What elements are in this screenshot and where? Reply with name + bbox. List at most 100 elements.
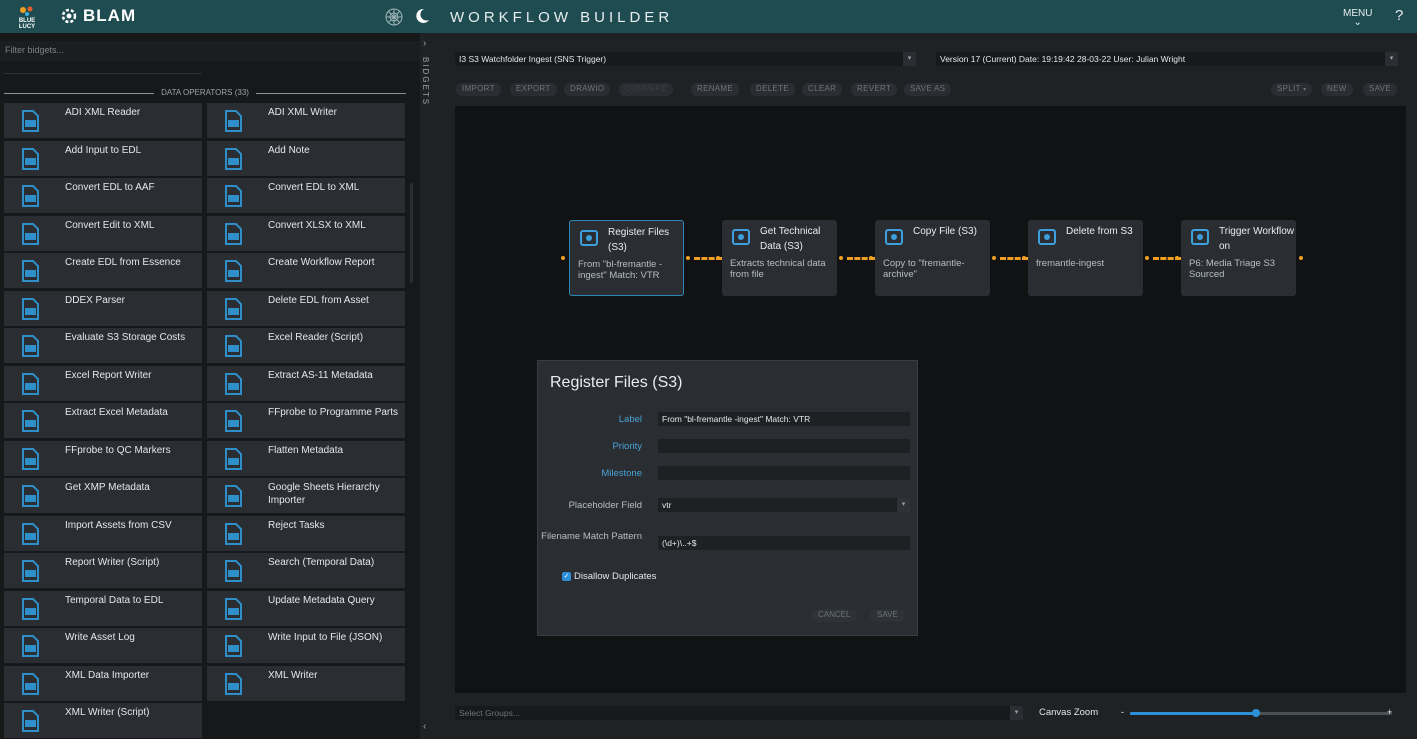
bidget-item[interactable]: Report Writer (Script)	[4, 553, 202, 588]
app-name[interactable]: BLAM	[60, 6, 136, 26]
bidget-item[interactable]: Convert EDL to XML	[207, 178, 405, 213]
output-port[interactable]	[1299, 256, 1303, 260]
zoom-out-button[interactable]: -	[1121, 707, 1124, 717]
scrollbar[interactable]	[410, 183, 413, 283]
bidget-item[interactable]: Write Input to File (JSON)	[207, 628, 405, 663]
milestone-field[interactable]	[658, 466, 910, 480]
split-label: SPLIT	[1277, 84, 1301, 93]
placeholder-field-select[interactable]: vtr ▾	[658, 498, 910, 512]
drawio-button[interactable]: DRAWIO	[564, 83, 611, 96]
bidget-item[interactable]: Convert XLSX to XML	[207, 215, 405, 251]
select-groups-placeholder: Select Groups...	[459, 708, 520, 718]
revert-button[interactable]: REVERT	[851, 83, 898, 96]
bidget-item[interactable]: Temporal Data to EDL	[4, 590, 202, 626]
output-port[interactable]	[992, 256, 996, 260]
bidget-label: Write Input to File (JSON)	[268, 632, 383, 643]
bidget-label: Temporal Data to EDL	[65, 594, 164, 606]
input-port[interactable]	[1175, 256, 1179, 260]
label-field[interactable]: From "bl-fremantle -ingest" Match: VTR	[658, 412, 910, 426]
theme-wheel-icon[interactable]	[384, 7, 404, 27]
select-groups-input[interactable]: Select Groups... ▾	[455, 706, 1023, 720]
bidget-item[interactable]: Add Note	[207, 140, 405, 176]
node-description: Copy to "fremantle-archive"	[883, 258, 965, 280]
priority-field[interactable]	[658, 439, 910, 453]
bidget-item[interactable]: Extract Excel Metadata	[4, 403, 202, 438]
bidget-item[interactable]: Search (Temporal Data)	[207, 553, 405, 588]
bidget-item[interactable]: ADI XML Writer	[207, 103, 405, 138]
zoom-slider-handle[interactable]	[1251, 709, 1260, 717]
bidget-item[interactable]: Evaluate S3 Storage Costs	[4, 328, 202, 363]
bidget-item[interactable]: FFprobe to QC Markers	[4, 440, 202, 476]
output-port[interactable]	[839, 256, 843, 260]
bidget-label: DDEX Parser	[65, 294, 126, 306]
workflow-select[interactable]: I3 S3 Watchfolder Ingest (SNS Trigger) ▾	[455, 52, 916, 66]
bidget-item[interactable]: Convert EDL to AAF	[4, 178, 202, 213]
canvas-zoom-slider[interactable]	[1130, 709, 1392, 717]
split-button[interactable]: SPLIT ▾	[1271, 83, 1313, 96]
input-port[interactable]	[1022, 256, 1026, 260]
disallow-duplicates-checkbox[interactable]: ✓ Disallow Duplicates	[562, 571, 656, 582]
bidget-item[interactable]: Update Metadata Query	[207, 590, 405, 626]
bidget-item[interactable]: Import Assets from CSV	[4, 515, 202, 551]
bidget-item[interactable]: Convert Edit to XML	[4, 215, 202, 251]
input-port[interactable]	[869, 256, 873, 260]
input-port[interactable]	[716, 256, 720, 260]
bidget-item[interactable]: Extract AS-11 Metadata	[207, 365, 405, 401]
bidget-item[interactable]: Reject Tasks	[207, 515, 405, 551]
chevron-left-icon[interactable]: ‹	[423, 721, 426, 732]
workflow-node-get-technical-data[interactable]: Get Technical Data (S3) Extracts technic…	[722, 220, 837, 296]
filename-match-field[interactable]: (\d+)\..+$	[658, 536, 910, 550]
import-icon	[18, 522, 42, 546]
delete-button[interactable]: DELETE	[750, 83, 795, 96]
workflow-node-trigger-workflow[interactable]: Trigger Workflow on P6: Media Triage S3 …	[1181, 220, 1296, 296]
clear-button[interactable]: CLEAR	[802, 83, 843, 96]
bidget-item[interactable]: ADI XML Reader	[4, 103, 202, 138]
help-button[interactable]: ?	[1395, 7, 1403, 24]
bidget-item[interactable]: Google Sheets Hierarchy Importer	[207, 478, 405, 513]
bidget-item[interactable]: Delete EDL from Asset	[207, 290, 405, 326]
workflow-node-register-files[interactable]: Register Files (S3) From "bl-fremantle -…	[569, 220, 684, 296]
compare-button[interactable]: COMPARE	[619, 83, 673, 96]
version-select[interactable]: Version 17 (Current) Date: 19:19:42 28-0…	[936, 52, 1398, 66]
new-button[interactable]: NEW	[1321, 83, 1353, 96]
bidget-label: Reject Tasks	[268, 519, 325, 531]
input-port[interactable]	[561, 256, 565, 260]
export-button[interactable]: EXPORT	[510, 83, 557, 96]
layers-icon	[221, 447, 245, 471]
save-as-button[interactable]: SAVE AS	[904, 83, 952, 96]
svg-text:LUCY: LUCY	[19, 24, 35, 30]
save-button[interactable]: SAVE	[1363, 83, 1397, 96]
dark-mode-icon[interactable]	[413, 7, 431, 25]
bidget-item[interactable]: DDEX Parser	[4, 290, 202, 326]
blue-lucy-logo[interactable]: BLUE LUCY	[14, 4, 40, 30]
menu-button[interactable]: MENU ⌄	[1343, 9, 1372, 28]
bidget-item[interactable]: FFprobe to Programme Parts	[207, 403, 405, 438]
bidget-item[interactable]: Excel Reader (Script)	[207, 328, 405, 363]
bidgets-tab[interactable]: › BIDGETS ‹	[420, 33, 435, 739]
node-description: From "bl-fremantle -ingest" Match: VTR	[578, 259, 663, 281]
bidget-item[interactable]: Add Input to EDL	[4, 140, 202, 176]
output-port[interactable]	[1145, 256, 1149, 260]
bidget-item[interactable]: Create EDL from Essence	[4, 253, 202, 288]
rename-button[interactable]: RENAME	[691, 83, 740, 96]
bidget-item[interactable]: XML Writer	[207, 665, 405, 701]
chevron-right-icon[interactable]: ›	[423, 38, 426, 49]
output-port[interactable]	[686, 256, 690, 260]
bidget-item[interactable]: Flatten Metadata	[207, 440, 405, 476]
bidget-item[interactable]: Excel Report Writer	[4, 365, 202, 401]
workflow-node-delete-from-s3[interactable]: Delete from S3 fremantle-ingest	[1028, 220, 1143, 296]
import-button[interactable]: IMPORT	[456, 83, 501, 96]
bidget-item[interactable]: Get XMP Metadata	[4, 478, 202, 513]
filter-bidgets-input[interactable]: Filter bidgets...	[0, 41, 420, 61]
cancel-button[interactable]: CANCEL	[811, 609, 858, 622]
bidget-item[interactable]: XML Writer (Script)	[4, 703, 202, 738]
workflow-node-copy-file[interactable]: Copy File (S3) Copy to "fremantle-archiv…	[875, 220, 990, 296]
bidget-label: Create EDL from Essence	[65, 257, 181, 268]
zoom-in-button[interactable]: +	[1387, 707, 1392, 717]
xml-file-icon	[221, 672, 245, 696]
note-edit-icon	[221, 147, 245, 171]
dialog-save-button[interactable]: SAVE	[870, 609, 905, 622]
bidget-item[interactable]: Write Asset Log	[4, 628, 202, 663]
bidget-item[interactable]: XML Data Importer	[4, 665, 202, 701]
bidget-item[interactable]: Create Workflow Report	[207, 253, 405, 288]
